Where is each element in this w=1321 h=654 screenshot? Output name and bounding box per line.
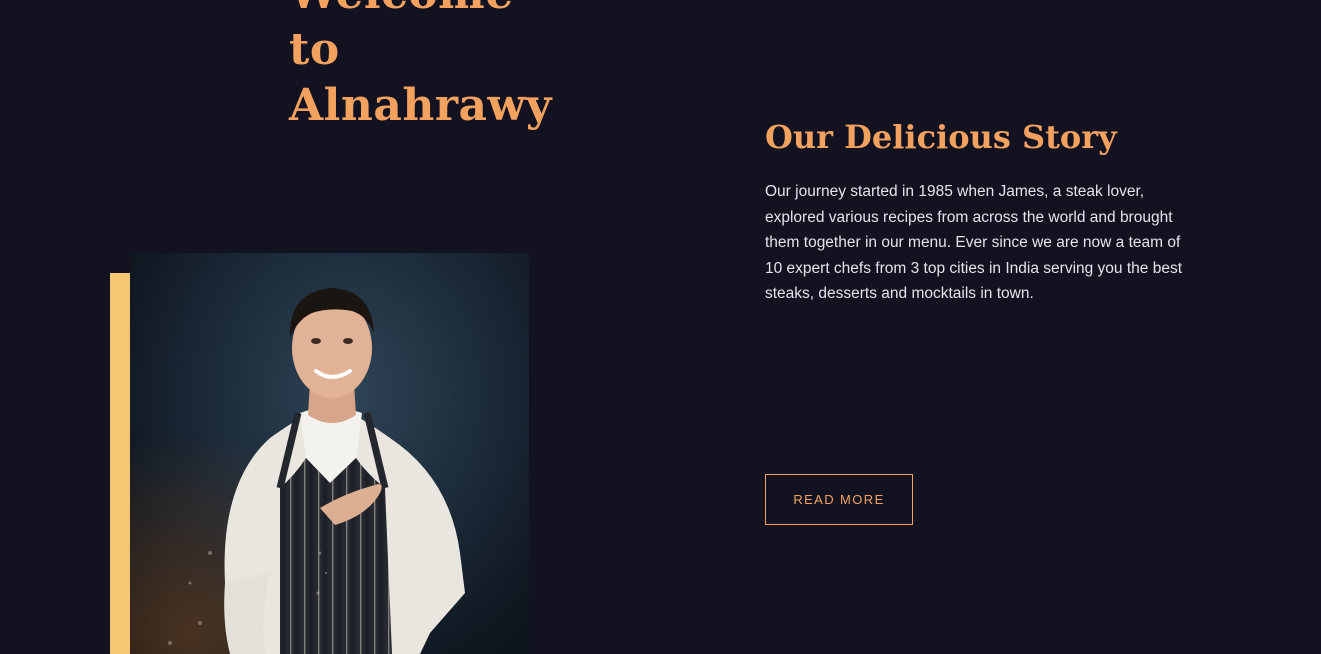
welcome-heading: Welcome to Alnahrawy: [289, 0, 589, 134]
welcome-heading-line: Alnahrawy: [289, 80, 552, 131]
welcome-heading-line: to: [289, 24, 340, 75]
story-heading: Our Delicious Story: [765, 118, 1117, 156]
accent-bar: [110, 273, 130, 654]
read-more-button[interactable]: READ MORE: [765, 474, 913, 525]
chef-photo: [130, 253, 529, 654]
story-paragraph: Our journey started in 1985 when James, …: [765, 183, 1183, 303]
story-section: Welcome to Alnahrawy: [0, 0, 1321, 654]
chef-illustration: [130, 253, 529, 654]
welcome-heading-line: Welcome: [289, 0, 589, 22]
